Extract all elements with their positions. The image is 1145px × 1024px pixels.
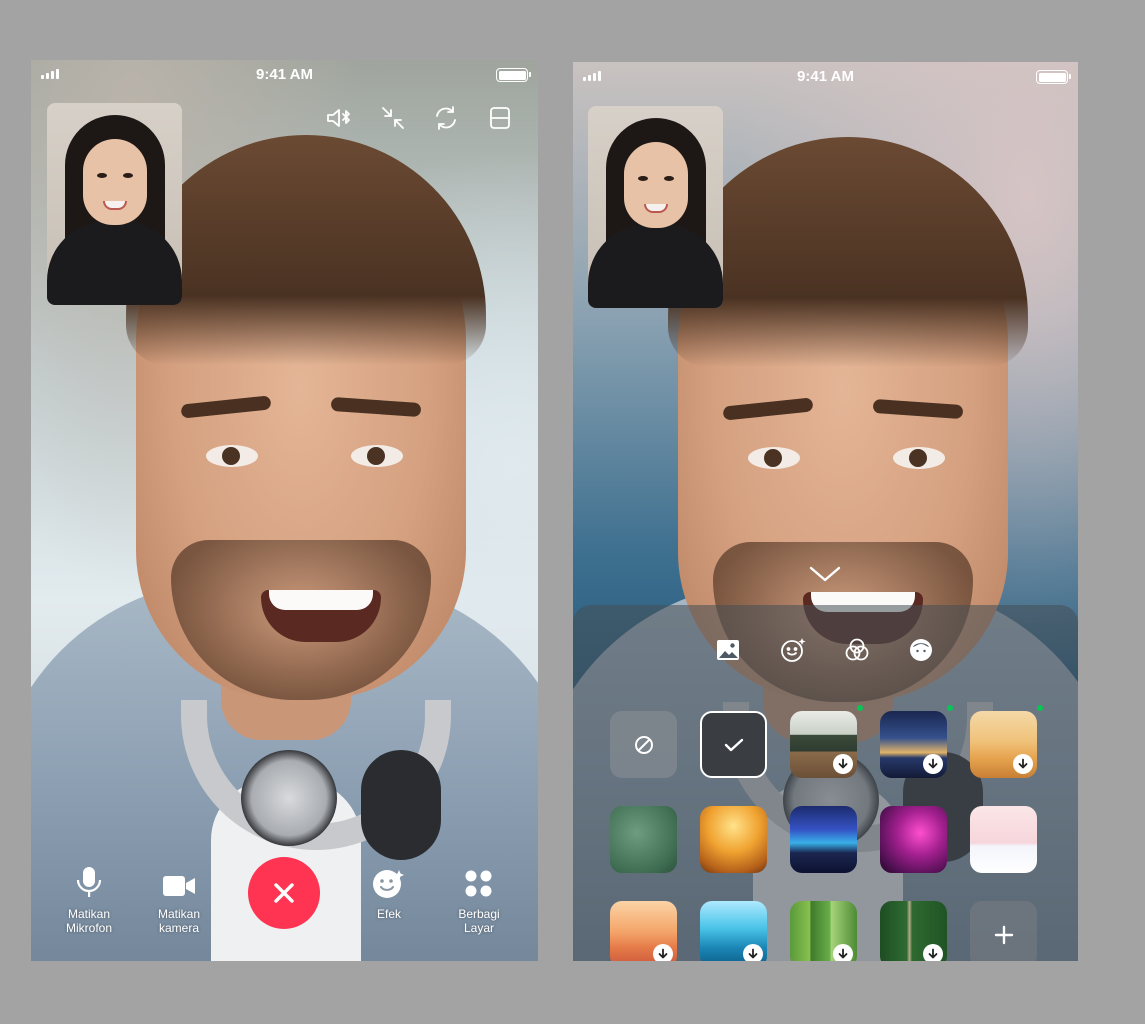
close-icon [274, 883, 294, 903]
effects-label: Efek [376, 907, 401, 921]
check-icon [724, 738, 743, 751]
background-option-aerial-forest[interactable] [880, 901, 947, 961]
download-icon [833, 754, 853, 774]
filter-circles-icon [845, 638, 869, 661]
background-option-chalkboard[interactable] [610, 806, 677, 873]
download-icon [833, 944, 853, 961]
background-option-cozy-room[interactable] [970, 711, 1037, 778]
mute-mic-label-1: Matikan [67, 907, 111, 921]
switch-camera-icon[interactable] [428, 100, 464, 136]
background-option-classroom[interactable] [790, 711, 857, 778]
background-tab[interactable] [711, 633, 745, 667]
mute-mic-label-2: Mikrofon [65, 921, 112, 935]
background-option-ocean[interactable] [700, 901, 767, 961]
self-view-video[interactable] [47, 103, 182, 305]
no-background-icon [634, 735, 653, 754]
new-indicator-dot [857, 705, 863, 711]
call-screen: 9:41 AM Matikan Mikrofon Matikan kamera … [31, 60, 538, 961]
call-screen-effects-open: 9:41 AM [573, 62, 1078, 961]
camera-off-label-2: kamera [158, 921, 199, 935]
no-background-option[interactable] [610, 711, 677, 778]
effects-tab-bar [573, 633, 1078, 669]
avatar-tab[interactable] [904, 633, 938, 667]
new-indicator-dot [1037, 705, 1043, 711]
share-screen-button[interactable]: Berbagi Layar [434, 865, 524, 935]
effects-button[interactable]: Efek [344, 865, 434, 921]
bluetooth-speaker-icon[interactable] [321, 100, 357, 136]
microphone-icon [44, 865, 134, 899]
end-call-button[interactable] [248, 857, 320, 929]
download-icon [923, 754, 943, 774]
self-view-video[interactable] [588, 106, 723, 308]
status-time: 9:41 AM [256, 66, 313, 83]
camera-off-button[interactable]: Matikan kamera [134, 865, 224, 935]
effects-panel [573, 605, 1078, 961]
share-screen-label-1: Berbagi [458, 907, 500, 921]
background-option-neon-street[interactable] [790, 806, 857, 873]
background-option-autumn-forest[interactable] [700, 806, 767, 873]
status-bar: 9:41 AM [31, 60, 538, 88]
background-option-aerial-fields[interactable] [790, 901, 857, 961]
plus-icon [994, 925, 1013, 944]
filters-tab[interactable] [840, 633, 874, 667]
add-background-button[interactable] [970, 901, 1037, 961]
layout-icon[interactable] [482, 100, 518, 136]
new-indicator-dot [947, 705, 953, 711]
battery-icon [1036, 70, 1071, 84]
status-bar: 9:41 AM [573, 62, 1078, 90]
background-option-city-night[interactable] [880, 711, 947, 778]
avatar-icon [910, 639, 932, 661]
download-icon [923, 944, 943, 961]
smiley-sparkle-icon [781, 638, 806, 662]
video-camera-icon [134, 865, 224, 899]
camera-off-label-1: Matikan [157, 907, 201, 921]
status-time: 9:41 AM [797, 68, 854, 85]
share-screen-label-2: Layar [463, 921, 495, 935]
effects-tab[interactable] [776, 633, 810, 667]
background-option-snowy-landscape[interactable] [970, 806, 1037, 873]
download-icon [743, 944, 763, 961]
share-screen-icon [434, 865, 524, 899]
blur-background-option[interactable] [700, 711, 767, 778]
background-option-neon-glasses[interactable] [880, 806, 947, 873]
background-option-character-party[interactable] [610, 901, 677, 961]
download-icon [1013, 754, 1033, 774]
effects-icon [344, 865, 434, 899]
image-icon [717, 640, 739, 660]
minimize-icon[interactable] [375, 100, 411, 136]
chevron-down-icon[interactable] [805, 562, 845, 584]
download-icon [653, 944, 673, 961]
mute-mic-button[interactable]: Matikan Mikrofon [44, 865, 134, 935]
battery-icon [496, 68, 531, 82]
